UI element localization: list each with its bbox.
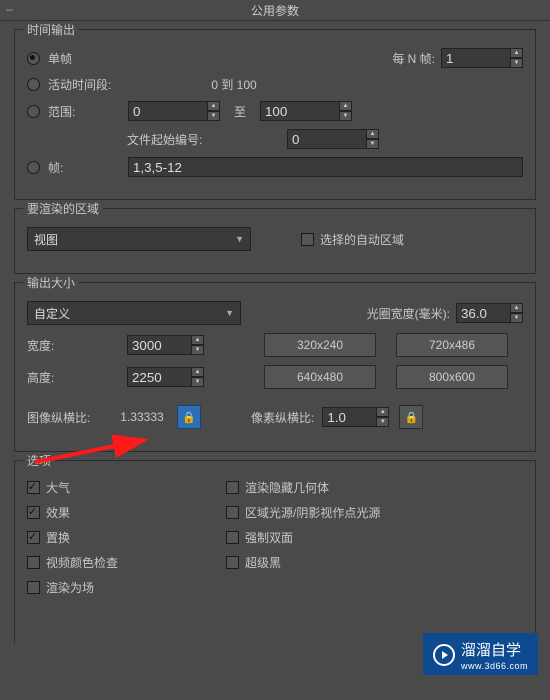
group-title: 要渲染的区域 <box>23 200 103 217</box>
spinner-height[interactable]: ▲▼ <box>192 367 204 387</box>
label-video-color: 视频颜色检查 <box>46 554 226 571</box>
chevron-down-icon: ▼ <box>225 308 234 318</box>
select-value: 视图 <box>34 231 58 248</box>
group-title: 选项 <box>23 452 55 469</box>
chk-render-hidden[interactable] <box>226 481 239 494</box>
input-pixel-aspect[interactable] <box>322 407 377 427</box>
input-width[interactable] <box>127 335 192 355</box>
label-range-to: 至 <box>234 103 246 120</box>
watermark-brand: 溜溜自学 <box>461 642 521 659</box>
radio-range[interactable] <box>27 105 40 118</box>
chk-super-black[interactable] <box>226 556 239 569</box>
label-area-shadow: 区域光源/阴影视作点光源 <box>245 504 380 521</box>
collapse-icon: – <box>6 2 13 16</box>
label-every-n: 每 N 帧: <box>392 50 435 67</box>
spinner-range-to[interactable]: ▲▼ <box>340 101 352 121</box>
spinner-width[interactable]: ▲▼ <box>192 335 204 355</box>
btn-preset-3[interactable]: 800x600 <box>396 365 508 389</box>
group-options: 选项 大气 渲染隐藏几何体 效果 区域光源/阴影视作点光源 置换 强制双面 视频… <box>14 460 536 644</box>
label-single-frame: 单帧 <box>48 50 72 67</box>
input-aperture[interactable] <box>456 303 511 323</box>
input-range-to[interactable] <box>260 101 340 121</box>
value-image-aspect: 1.33333 <box>107 410 177 424</box>
chk-effects[interactable] <box>27 506 40 519</box>
label-active-range: 0 到 100 <box>211 76 256 93</box>
btn-preset-1[interactable]: 720x486 <box>396 333 508 357</box>
label-height: 高度: <box>27 369 127 386</box>
label-file-start: 文件起始编号: <box>127 131 217 148</box>
group-title: 时间输出 <box>23 21 79 38</box>
panel-title: 公用参数 <box>251 2 299 19</box>
lock-pixel-aspect[interactable]: 🔒 <box>399 405 423 429</box>
label-pixel-aspect: 像素纵横比: <box>251 409 314 426</box>
spinner-range-from[interactable]: ▲▼ <box>208 101 220 121</box>
input-file-start[interactable] <box>287 129 367 149</box>
chk-render-field[interactable] <box>27 581 40 594</box>
rollout-header[interactable]: – 公用参数 <box>0 0 550 21</box>
spinner-every-n[interactable]: ▲▼ <box>511 48 523 68</box>
group-title: 输出大小 <box>23 274 79 291</box>
chevron-down-icon: ▼ <box>235 234 244 244</box>
input-frames[interactable] <box>128 157 523 177</box>
radio-single-frame[interactable] <box>27 52 40 65</box>
chk-force-2side[interactable] <box>226 531 239 544</box>
label-active-segment: 活动时间段: <box>48 76 111 93</box>
label-effects: 效果 <box>46 504 226 521</box>
label-atmosphere: 大气 <box>46 479 226 496</box>
input-range-from[interactable] <box>128 101 208 121</box>
label-displacement: 置换 <box>46 529 226 546</box>
chk-auto-region[interactable] <box>301 233 314 246</box>
label-frames: 帧: <box>48 159 128 176</box>
play-icon <box>433 644 455 666</box>
label-render-hidden: 渲染隐藏几何体 <box>245 479 329 496</box>
label-aperture: 光圈宽度(毫米): <box>367 305 450 322</box>
label-auto-region: 选择的自动区域 <box>320 231 404 248</box>
radio-active-segment[interactable] <box>27 78 40 91</box>
spinner-file-start[interactable]: ▲▼ <box>367 129 379 149</box>
label-image-aspect: 图像纵横比: <box>27 409 107 426</box>
select-value: 自定义 <box>34 305 70 322</box>
watermark-url: www.3d66.com <box>461 661 528 671</box>
radio-frames[interactable] <box>27 161 40 174</box>
chk-atmosphere[interactable] <box>27 481 40 494</box>
label-render-field: 渲染为场 <box>46 579 94 596</box>
label-width: 宽度: <box>27 337 127 354</box>
spinner-aperture[interactable]: ▲▼ <box>511 303 523 323</box>
spinner-pixel-aspect[interactable]: ▲▼ <box>377 407 389 427</box>
select-size-preset[interactable]: 自定义 ▼ <box>27 301 241 325</box>
label-range: 范围: <box>48 103 128 120</box>
select-render-area[interactable]: 视图 ▼ <box>27 227 251 251</box>
chk-area-shadow[interactable] <box>226 506 239 519</box>
group-output-size: 输出大小 自定义 ▼ 光圈宽度(毫米): ▲▼ 宽度: ▲▼ 320x240 7… <box>14 282 536 452</box>
group-render-area: 要渲染的区域 视图 ▼ 选择的自动区域 <box>14 208 536 274</box>
chk-video-color[interactable] <box>27 556 40 569</box>
label-super-black: 超级黑 <box>245 554 281 571</box>
label-force-2side: 强制双面 <box>245 529 293 546</box>
lock-image-aspect[interactable]: 🔒 <box>177 405 201 429</box>
group-time-output: 时间输出 单帧 每 N 帧: ▲▼ 活动时间段: 0 到 100 范围: ▲▼ … <box>14 29 536 200</box>
input-height[interactable] <box>127 367 192 387</box>
chk-displacement[interactable] <box>27 531 40 544</box>
watermark: 溜溜自学 www.3d66.com <box>423 633 538 675</box>
btn-preset-2[interactable]: 640x480 <box>264 365 376 389</box>
input-every-n[interactable] <box>441 48 511 68</box>
btn-preset-0[interactable]: 320x240 <box>264 333 376 357</box>
